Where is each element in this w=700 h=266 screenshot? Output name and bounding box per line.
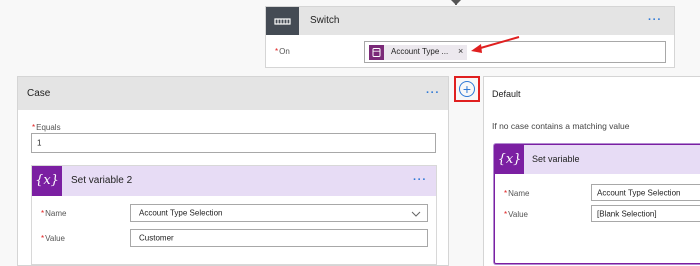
token-label: Account Type ... <box>391 47 449 56</box>
default-panel: Default If no case contains a matching v… <box>483 76 700 266</box>
on-label-text: On <box>279 47 290 56</box>
variable-icon: {x} <box>32 166 62 196</box>
default-name-label: *Name <box>504 189 529 198</box>
name-label: *Name <box>41 209 66 218</box>
case-more-menu[interactable]: ··· <box>426 87 440 99</box>
dynamic-content-token[interactable]: Account Type ... × <box>369 45 467 60</box>
switch-title: Switch <box>310 15 340 26</box>
data-token-icon <box>369 45 384 60</box>
switch-icon <box>266 7 299 35</box>
value-input[interactable]: Customer <box>130 229 428 247</box>
switch-on-label: *On <box>275 47 290 56</box>
default-name-value: Account Type Selection <box>597 188 681 197</box>
equals-label-text: Equals <box>36 123 61 132</box>
default-title: Default <box>492 89 521 99</box>
default-value-input[interactable]: [Blank Selection] <box>591 205 700 222</box>
variable-icon: {x} <box>495 145 524 174</box>
set-variable-2-more-menu[interactable]: ··· <box>413 174 427 186</box>
required-mark: * <box>504 189 508 198</box>
set-variable-2-card: {x} Set variable 2 ··· *Name Account Typ… <box>31 165 437 265</box>
equals-input[interactable]: 1 <box>31 133 436 153</box>
chevron-down-icon <box>411 211 421 217</box>
required-mark: * <box>41 209 45 218</box>
default-description: If no case contains a matching value <box>492 121 630 131</box>
required-mark: * <box>275 47 279 56</box>
case-title: Case <box>27 88 51 99</box>
default-name-label-text: Name <box>508 189 530 198</box>
set-variable-card: {x} Set variable *Name Account Type Sele… <box>494 144 700 264</box>
required-mark: * <box>504 210 508 219</box>
switch-header[interactable]: Switch ··· <box>266 7 674 35</box>
set-variable-title: Set variable <box>532 154 580 164</box>
default-value-label: *Value <box>504 210 528 219</box>
name-dropdown-value: Account Type Selection <box>139 208 223 218</box>
name-label-text: Name <box>45 209 67 218</box>
name-dropdown[interactable]: Account Type Selection <box>130 204 428 222</box>
case-card: Case ··· *Equals 1 {x} Set variable 2 ··… <box>17 76 449 266</box>
set-variable-header[interactable]: {x} Set variable <box>495 145 700 174</box>
token-remove-icon[interactable]: × <box>458 46 463 56</box>
set-variable-2-title: Set variable 2 <box>71 175 133 186</box>
value-label-text: Value <box>45 234 65 243</box>
default-name-dropdown[interactable]: Account Type Selection <box>591 184 700 201</box>
case-header[interactable]: Case ··· <box>18 77 448 110</box>
set-variable-2-header[interactable]: {x} Set variable 2 ··· <box>32 166 436 196</box>
equals-value: 1 <box>37 138 42 148</box>
required-mark: * <box>32 123 36 132</box>
annotation-arrow <box>471 36 520 53</box>
value-label: *Value <box>41 234 65 243</box>
add-case-button[interactable]: + <box>459 81 475 97</box>
connector-arrowhead <box>451 0 461 5</box>
value-input-text: Customer <box>139 233 174 243</box>
equals-label: *Equals <box>32 123 61 132</box>
plus-icon: + <box>462 81 472 97</box>
default-value-text: [Blank Selection] <box>597 209 657 218</box>
default-value-label-text: Value <box>508 210 528 219</box>
required-mark: * <box>41 234 45 243</box>
switch-more-menu[interactable]: ··· <box>648 14 662 26</box>
